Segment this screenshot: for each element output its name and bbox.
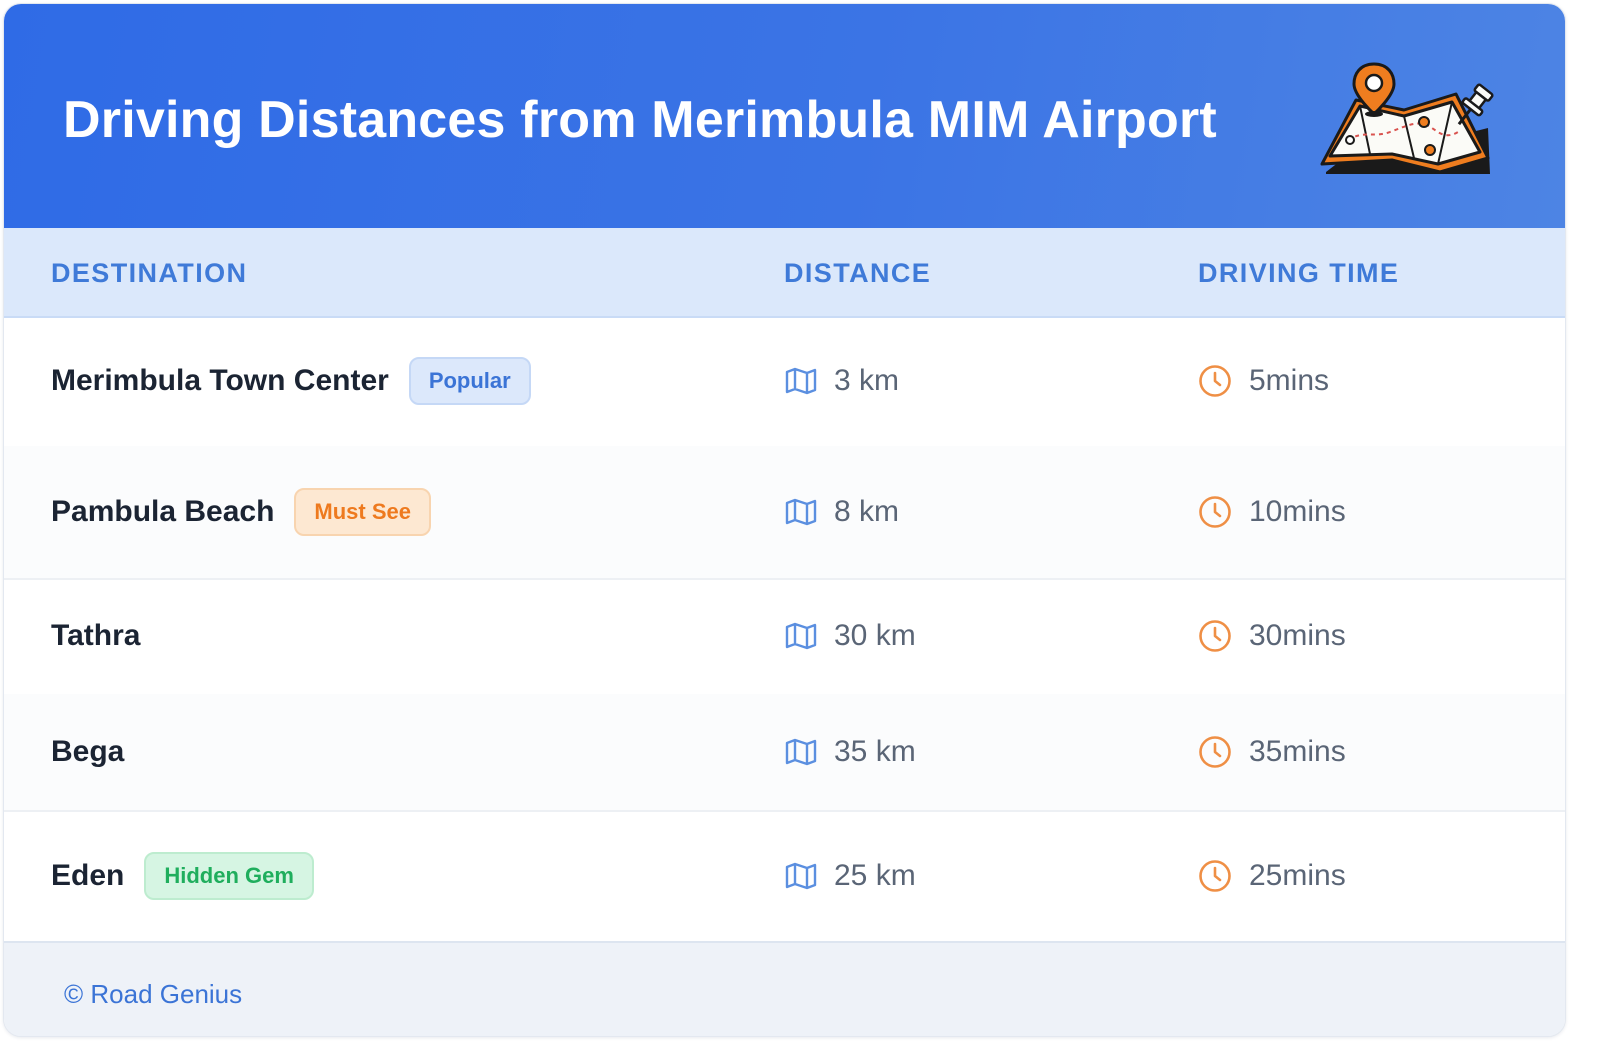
map-icon xyxy=(785,862,817,889)
table-row: Eden Hidden Gem 25 km 25mins xyxy=(4,810,1565,941)
table-row: Bega 35 km 35mins xyxy=(4,694,1565,812)
driving-time-value: 25mins xyxy=(1249,858,1346,892)
column-header-distance: DISTANCE xyxy=(784,258,932,288)
map-icon xyxy=(785,498,817,526)
table-row: Merimbula Town Center Popular 3 km 5mins xyxy=(4,316,1565,448)
distances-card: Driving Distances from Merimbula MIM Air… xyxy=(3,3,1566,1037)
table-row: Tathra 30 km 30mins xyxy=(4,578,1565,696)
destination-name: Eden xyxy=(51,858,125,892)
clock-icon xyxy=(1199,736,1231,768)
distance-value: 35 km xyxy=(834,735,916,768)
table-row: Pambula Beach Must See 8 km 10mins xyxy=(4,446,1565,580)
distance-value: 30 km xyxy=(834,619,916,652)
destination-name: Bega xyxy=(51,735,125,768)
driving-time-value: 10mins xyxy=(1249,495,1346,528)
badge-must-see: Must See xyxy=(294,488,432,536)
footer: © Road Genius xyxy=(4,941,1565,1036)
distance-value: 8 km xyxy=(834,495,900,528)
distance-value: 25 km xyxy=(834,858,916,892)
column-header-destination: DESTINATION xyxy=(51,258,248,288)
column-header-driving-time: DRIVING TIME xyxy=(1198,258,1400,288)
map-icon xyxy=(785,367,817,395)
map-with-pins-icon xyxy=(1320,62,1494,174)
clock-icon xyxy=(1199,496,1231,528)
driving-time-value: 30mins xyxy=(1249,619,1346,652)
destination-name: Tathra xyxy=(51,619,141,652)
clock-icon xyxy=(1199,620,1231,652)
driving-time-value: 5mins xyxy=(1249,364,1330,397)
badge-popular: Popular xyxy=(408,357,531,405)
destination-name: Pambula Beach xyxy=(51,495,275,528)
badge-hidden-gem: Hidden Gem xyxy=(144,851,314,900)
map-icon xyxy=(785,622,817,650)
table-header-row: DESTINATION DISTANCE DRIVING TIME xyxy=(4,228,1565,318)
copyright-credit: © Road Genius xyxy=(64,979,243,1009)
distance-value: 3 km xyxy=(834,364,900,397)
destination-name: Merimbula Town Center xyxy=(51,364,389,397)
page-title: Driving Distances from Merimbula MIM Air… xyxy=(63,91,1217,149)
clock-icon xyxy=(1199,365,1231,397)
clock-icon xyxy=(1199,859,1231,892)
driving-time-value: 35mins xyxy=(1249,735,1346,768)
header-banner: Driving Distances from Merimbula MIM Air… xyxy=(4,4,1565,228)
map-icon xyxy=(785,738,817,766)
